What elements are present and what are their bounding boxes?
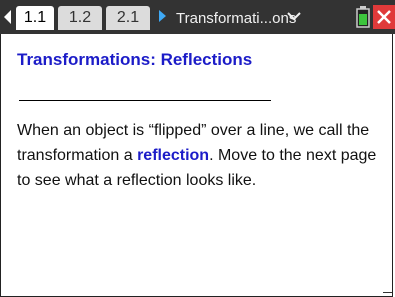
divider xyxy=(19,100,271,101)
close-button[interactable] xyxy=(373,5,395,29)
previous-page-arrow-icon[interactable] xyxy=(4,10,11,24)
page-heading: Transformations: Reflections xyxy=(17,50,253,69)
page-content: Transformations: Reflections When an obj… xyxy=(0,34,393,297)
close-icon xyxy=(377,10,391,24)
battery-icon xyxy=(356,6,370,28)
keyword-reflection: reflection xyxy=(137,147,210,164)
resize-handle[interactable] xyxy=(383,292,392,293)
chevron-down-icon[interactable] xyxy=(287,12,301,21)
tab-1-1[interactable]: 1.1 xyxy=(16,6,54,30)
body-text: When an object is “flipped” over a line,… xyxy=(17,118,387,193)
tab-bar: 1.1 1.2 2.1 Transformati...ons xyxy=(0,0,395,34)
tab-1-2[interactable]: 1.2 xyxy=(58,6,102,30)
document-arrow-icon[interactable] xyxy=(159,10,166,22)
document-title[interactable]: Transformati...ons xyxy=(176,8,296,30)
tab-2-1[interactable]: 2.1 xyxy=(106,6,150,30)
